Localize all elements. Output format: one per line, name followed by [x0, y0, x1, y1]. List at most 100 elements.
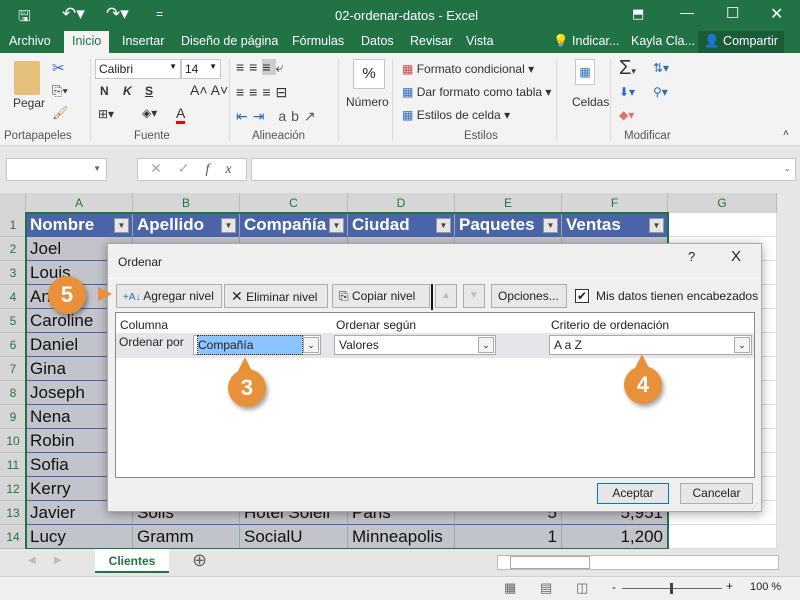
horizontal-scrollbar[interactable]	[497, 555, 779, 570]
cell[interactable]	[668, 213, 777, 237]
row-header-2[interactable]: 2	[0, 237, 26, 261]
sort-filter-icon[interactable]: ⇅▾	[653, 61, 669, 75]
redo-icon[interactable]: ↷▾	[106, 4, 129, 24]
row-header-8[interactable]: 8	[0, 381, 26, 405]
undo-icon[interactable]: ↶▾	[62, 4, 85, 24]
borders-icon[interactable]: ⊞▾	[98, 107, 114, 121]
italic-button[interactable]: K	[123, 84, 132, 98]
table-header-cell[interactable]: Compañía ▼	[240, 213, 348, 237]
font-name-select[interactable]: Calibri ▼	[95, 59, 181, 79]
underline-button[interactable]: S	[145, 84, 153, 98]
next-sheet-icon[interactable]: ▶	[54, 555, 62, 566]
table-header-cell[interactable]: Apellido ▼	[133, 213, 240, 237]
column-header-A[interactable]: A	[26, 193, 133, 213]
save-icon[interactable]: 🖫	[18, 6, 31, 31]
table-header-cell[interactable]: Ventas ▼	[562, 213, 668, 237]
fill-color-icon[interactable]: ◈▾	[142, 106, 157, 120]
customize-qat-icon[interactable]: =	[156, 7, 163, 21]
add-sheet-icon[interactable]: ⊕	[192, 550, 207, 571]
normal-view-icon[interactable]: ▦	[504, 580, 516, 596]
tab-insertar[interactable]: Insertar	[122, 34, 164, 48]
scroll-thumb[interactable]	[510, 556, 590, 569]
collapse-ribbon-icon[interactable]: ˄	[783, 128, 789, 139]
headers-checkbox[interactable]: ✔	[575, 289, 589, 303]
prev-sheet-icon[interactable]: ◀	[28, 555, 36, 566]
share-button[interactable]: 👤 Compartir	[698, 31, 784, 53]
copy-level-button[interactable]: ⎘ Copiar nivel	[332, 284, 430, 308]
ribbon-display-icon[interactable]: ⬒	[632, 6, 644, 22]
chevron-down-icon[interactable]: ⌄	[303, 337, 319, 353]
tab-revisar[interactable]: Revisar	[410, 34, 452, 48]
filter-dropdown-icon[interactable]: ▼	[114, 218, 129, 233]
filter-dropdown-icon[interactable]: ▼	[436, 218, 451, 233]
number-button[interactable]: Número	[346, 95, 389, 109]
clear-icon[interactable]: ◆▾	[619, 108, 634, 122]
tab-datos[interactable]: Datos	[361, 34, 394, 48]
order-select[interactable]: A a Z ⌄	[549, 335, 752, 355]
user-name[interactable]: Kayla Cla...	[631, 34, 695, 48]
bold-button[interactable]: N	[100, 84, 109, 98]
table-cell[interactable]: 1,200	[562, 525, 668, 549]
row-header-7[interactable]: 7	[0, 357, 26, 381]
move-up-button[interactable]: ▲	[435, 284, 457, 308]
delete-level-button[interactable]: ✕ Eliminar nivel	[224, 284, 328, 308]
zoom-slider-thumb[interactable]	[670, 583, 673, 594]
column-header-D[interactable]: D	[348, 193, 455, 213]
font-size-select[interactable]: 14 ▼	[181, 59, 221, 79]
select-all-corner[interactable]	[0, 193, 26, 213]
row-header-4[interactable]: 4	[0, 285, 26, 309]
tab-diseno-pagina[interactable]: Diseño de página	[181, 34, 278, 48]
fill-icon[interactable]: ⬇▾	[619, 85, 635, 99]
filter-dropdown-icon[interactable]: ▼	[649, 218, 664, 233]
tell-me[interactable]: 💡 Indicar...	[553, 34, 619, 49]
dialog-close-button[interactable]: X	[731, 248, 741, 265]
format-painter-icon[interactable]: 🖌	[52, 105, 69, 121]
maximize-icon[interactable]: ☐	[726, 4, 739, 22]
page-layout-icon[interactable]: ▤	[540, 580, 552, 596]
horizontal-align-icons[interactable]: ≡≡≡⊟	[236, 84, 292, 101]
help-button[interactable]: ?	[688, 249, 695, 264]
tab-vista[interactable]: Vista	[466, 34, 494, 48]
column-header-E[interactable]: E	[455, 193, 562, 213]
headers-checkbox-label[interactable]: Mis datos tienen encabezados	[596, 289, 758, 303]
sort-level-row[interactable]: Ordenar por Compañía ⌄ Valores ⌄ A a Z ⌄	[116, 333, 754, 358]
row-header-14[interactable]: 14	[0, 525, 26, 549]
row-header-6[interactable]: 6	[0, 333, 26, 357]
move-down-button[interactable]: ▼	[463, 284, 485, 308]
ok-button[interactable]: Aceptar	[597, 483, 669, 504]
find-icon[interactable]: ⚲▾	[653, 85, 668, 99]
chevron-down-icon[interactable]: ⌄	[478, 337, 494, 353]
table-cell[interactable]: Gramm	[133, 525, 240, 549]
autosum-icon[interactable]: Σ▾	[619, 57, 636, 80]
filter-dropdown-icon[interactable]: ▼	[329, 218, 344, 233]
column-select[interactable]: Compañía ⌄	[193, 335, 321, 355]
add-level-button[interactable]: +A↓ Agregar nivel	[116, 284, 222, 308]
cancel-icon[interactable]: ✕	[150, 160, 178, 176]
table-cell[interactable]: 1	[455, 525, 562, 549]
paste-button[interactable]: Pegar	[13, 96, 45, 110]
row-header-12[interactable]: 12	[0, 477, 26, 501]
column-header-B[interactable]: B	[133, 193, 240, 213]
format-as-table-button[interactable]: ▦ Dar formato como tabla ▾	[402, 85, 551, 99]
increase-font-icon[interactable]: A˄ A˅	[190, 82, 228, 98]
zoom-in-button[interactable]: +	[726, 579, 733, 593]
indent-icons[interactable]: ⇤⇥ ab↗	[236, 108, 321, 125]
chevron-down-icon[interactable]: ⌄	[734, 337, 750, 353]
cell-styles-button[interactable]: ▦ Estilos de celda ▾	[402, 108, 510, 122]
vertical-scrollbar[interactable]	[777, 193, 800, 549]
tab-archivo[interactable]: Archivo	[9, 34, 51, 48]
column-header-G[interactable]: G	[668, 193, 777, 213]
table-cell[interactable]: Lucy	[26, 525, 133, 549]
sheet-tab-clientes[interactable]: Clientes	[95, 549, 169, 573]
options-button[interactable]: Opciones...	[491, 284, 567, 308]
table-cell[interactable]: Minneapolis	[348, 525, 455, 549]
row-header-1[interactable]: 1	[0, 213, 26, 237]
paste-icon[interactable]	[14, 61, 40, 95]
enter-icon[interactable]: ✓	[178, 160, 206, 176]
font-color-icon[interactable]: A	[176, 105, 186, 124]
row-header-3[interactable]: 3	[0, 261, 26, 285]
table-cell[interactable]: SocialU	[240, 525, 348, 549]
cancel-button[interactable]: Cancelar	[680, 483, 753, 504]
cells-button[interactable]: Celdas	[572, 95, 609, 109]
table-header-cell[interactable]: Nombre ▼	[26, 213, 133, 237]
